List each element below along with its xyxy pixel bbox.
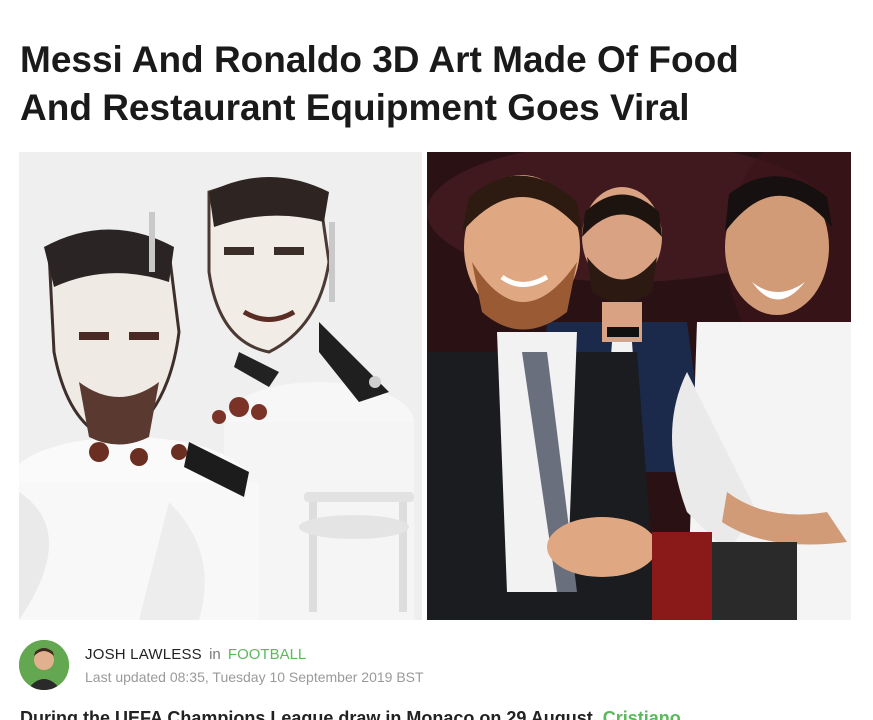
author-avatar[interactable] [19,640,69,690]
in-label: in [209,646,221,663]
author-line: JOSH LAWLESS in FOOTBALL [85,646,306,663]
author-avatar-image [19,640,69,690]
last-updated-text: Last updated 08:35, Tuesday 10 September… [85,669,424,685]
article-page: Messi And Ronaldo 3D Art Made Of Food An… [0,0,873,720]
headline-line-1: Messi And Ronaldo 3D Art Made Of Food [20,39,739,80]
food-art-image [19,152,422,620]
food-art-illustration [19,152,422,620]
headline-line-2: And Restaurant Equipment Goes Viral [20,87,690,128]
article-byline: JOSH LAWLESS in FOOTBALL Last updated 08… [19,640,851,692]
article-headline: Messi And Ronaldo 3D Art Made Of Food An… [20,36,850,132]
hero-image[interactable] [19,152,851,620]
author-name-link[interactable]: JOSH LAWLESS [85,646,202,663]
players-photo [427,152,851,620]
lede-text: During the UEFA Champions League draw in… [20,708,603,720]
category-link[interactable]: FOOTBALL [228,646,306,663]
article-lede: During the UEFA Champions League draw in… [20,706,860,720]
players-illustration [427,152,851,620]
lede-link[interactable]: Cristiano [603,708,681,720]
